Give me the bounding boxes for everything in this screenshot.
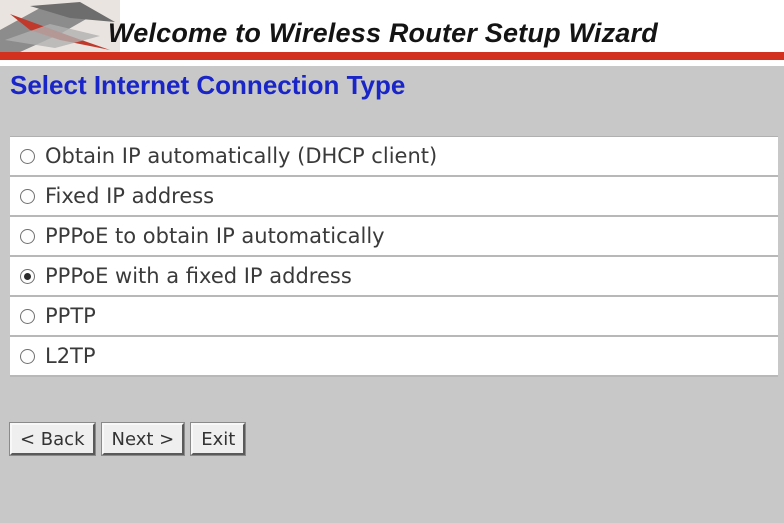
option-label: PPPoE to obtain IP automatically bbox=[45, 224, 385, 248]
radio-pppoe-auto[interactable] bbox=[20, 228, 35, 244]
radio-pptp[interactable] bbox=[20, 308, 35, 324]
radio-fixed-ip[interactable] bbox=[20, 188, 35, 204]
option-label: Obtain IP automatically (DHCP client) bbox=[45, 144, 438, 168]
banner-accent-bar bbox=[0, 52, 784, 60]
back-button[interactable]: < Back bbox=[9, 422, 96, 456]
wizard-banner: Welcome to Wireless Router Setup Wizard bbox=[0, 0, 784, 66]
next-button[interactable]: Next > bbox=[100, 422, 186, 456]
option-fixed-ip[interactable]: Fixed IP address bbox=[10, 177, 778, 217]
option-dhcp[interactable]: Obtain IP automatically (DHCP client) bbox=[10, 137, 778, 177]
option-pppoe-fixed[interactable]: PPPoE with a fixed IP address bbox=[10, 257, 778, 297]
page-title: Select Internet Connection Type bbox=[10, 70, 406, 100]
option-l2tp[interactable]: L2TP bbox=[10, 337, 778, 377]
option-label: PPPoE with a fixed IP address bbox=[45, 264, 352, 288]
option-pppoe-auto[interactable]: PPPoE to obtain IP automatically bbox=[10, 217, 778, 257]
wizard-buttons: < Back Next > Exit bbox=[9, 422, 252, 456]
option-label: Fixed IP address bbox=[45, 184, 215, 208]
router-logo-icon bbox=[0, 0, 120, 52]
radio-l2tp[interactable] bbox=[20, 348, 35, 364]
option-label: L2TP bbox=[45, 344, 96, 368]
banner-title: Welcome to Wireless Router Setup Wizard bbox=[108, 18, 658, 48]
option-pptp[interactable]: PPTP bbox=[10, 297, 778, 337]
exit-button[interactable]: Exit bbox=[190, 422, 247, 456]
option-label: PPTP bbox=[45, 304, 96, 328]
radio-dhcp[interactable] bbox=[20, 148, 35, 164]
radio-pppoe-fixed[interactable] bbox=[20, 268, 35, 284]
connection-type-list: Obtain IP automatically (DHCP client) Fi… bbox=[10, 136, 778, 377]
